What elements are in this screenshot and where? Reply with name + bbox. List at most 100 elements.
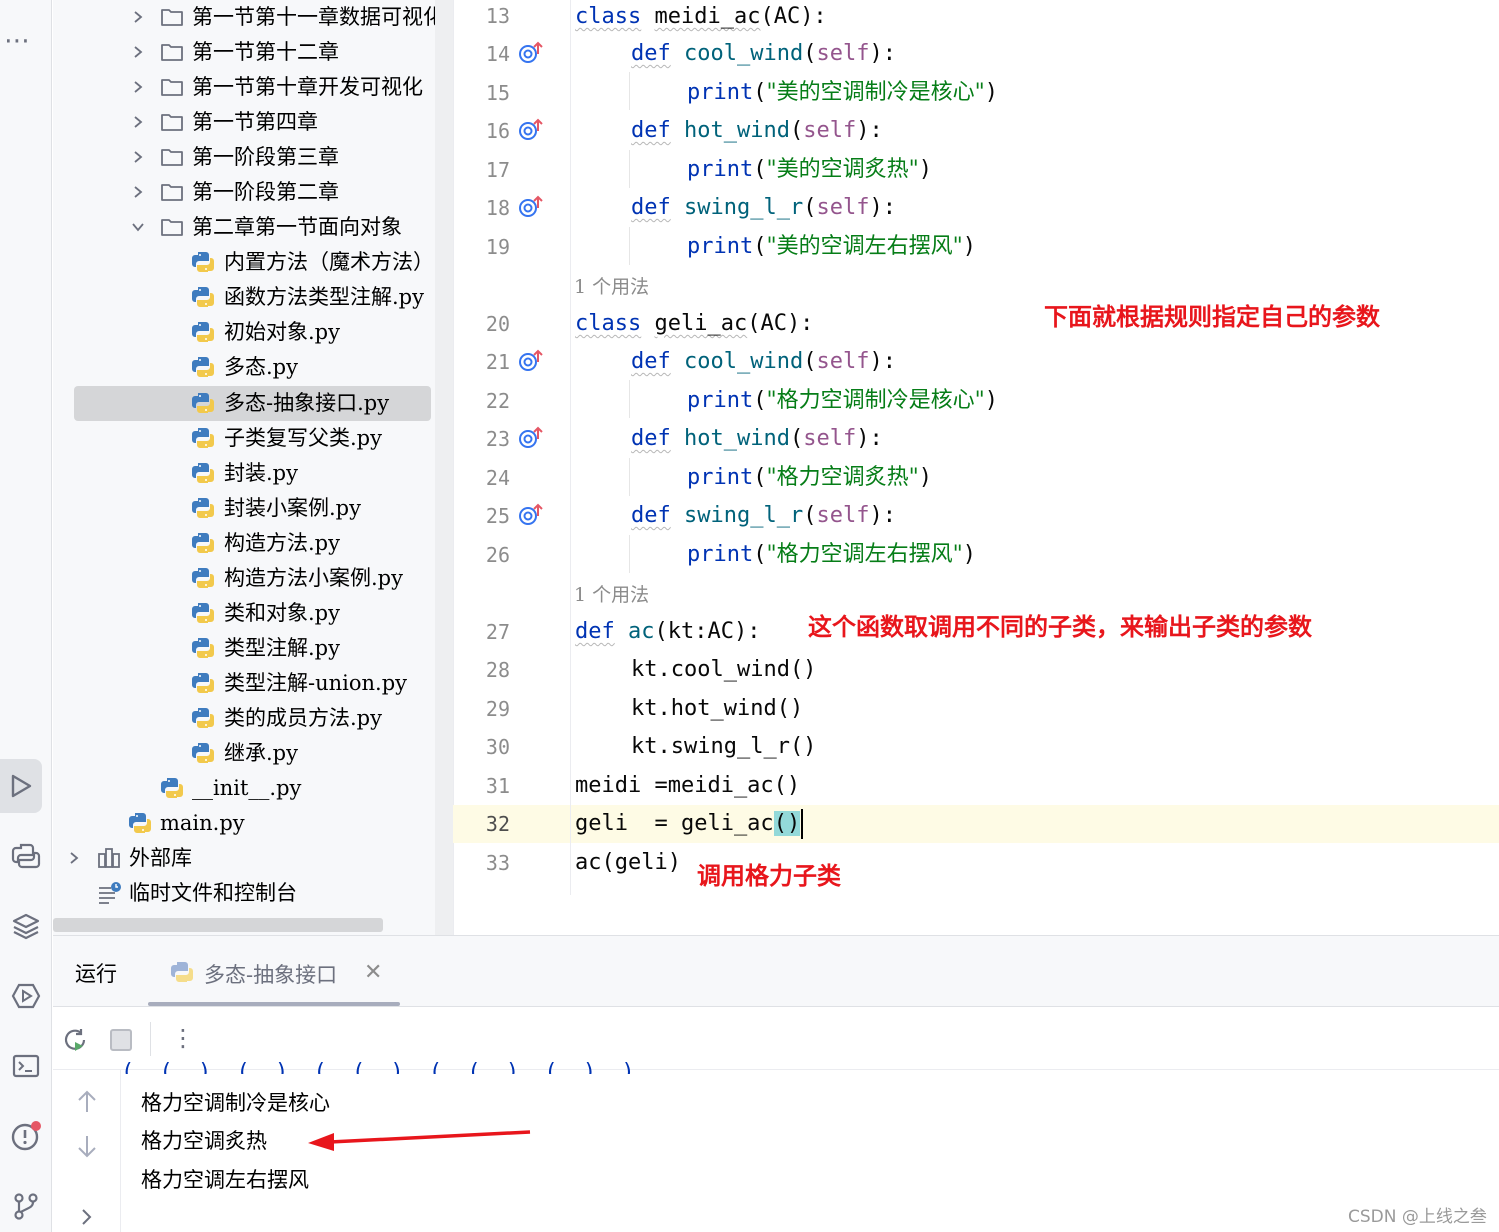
chevron-right-icon[interactable] [78, 1206, 96, 1228]
chevron-right-icon[interactable] [67, 851, 81, 865]
folder-icon [160, 145, 184, 169]
code-line-24[interactable]: print("格力空调炙热") [687, 461, 932, 495]
code-line-32[interactable]: geli = geli_ac() [575, 807, 804, 841]
code-line-29[interactable]: kt.hot_wind() [631, 692, 803, 726]
chevron-right-icon[interactable] [131, 10, 145, 24]
code-line-33[interactable]: ac(geli) [575, 846, 681, 880]
more-actions-icon[interactable]: ⋮ [171, 1024, 195, 1052]
line-number: 13 [485, 4, 510, 28]
code-line-30[interactable]: kt.swing_l_r() [631, 730, 816, 764]
rerun-icon[interactable] [62, 1026, 90, 1054]
code-line-31[interactable]: meidi =meidi_ac() [575, 769, 800, 803]
tree-file[interactable]: 封装小案例.py [53, 491, 453, 526]
code-line-20[interactable]: class geli_ac(AC): [575, 307, 813, 341]
line-number: 14 [485, 42, 510, 66]
scroll-up-icon[interactable] [76, 1088, 98, 1114]
project-vertical-scrollbar[interactable] [435, 0, 453, 935]
tree-node[interactable]: 临时文件和控制台 [53, 876, 453, 911]
tree-file[interactable]: 函数方法类型注解.py [53, 280, 453, 315]
close-tab-icon[interactable]: ✕ [364, 960, 382, 985]
code-line-13[interactable]: class meidi_ac(AC): [575, 0, 827, 34]
problems-icon[interactable] [6, 1116, 46, 1156]
python-file-icon [191, 320, 215, 344]
chevron-right-icon[interactable] [131, 115, 145, 129]
code-line-18[interactable]: def swing_l_r(self): [631, 191, 896, 225]
override-method-icon[interactable] [517, 425, 545, 451]
project-horizontal-scrollbar[interactable] [53, 918, 383, 932]
chevron-right-icon[interactable] [131, 150, 145, 164]
tree-file[interactable]: 类型注解-union.py [53, 666, 453, 701]
stop-icon[interactable] [110, 1029, 132, 1051]
tree-folder[interactable]: 第一节第十二章 [53, 35, 453, 70]
tree-folder[interactable]: 第一阶段第三章 [53, 140, 453, 175]
run-icon[interactable] [0, 759, 42, 813]
chevron-right-icon[interactable] [131, 80, 145, 94]
tree-file[interactable]: 类型注解.py [53, 631, 453, 666]
chevron-right-icon[interactable] [131, 185, 145, 199]
line-number: 21 [485, 350, 510, 374]
tree-label: 函数方法类型注解.py [224, 285, 424, 309]
tree-file[interactable]: 封装.py [53, 456, 453, 491]
usage-hint[interactable]: 1 个用法 [574, 272, 649, 299]
tree-folder[interactable]: 第一节第十章开发可视化 [53, 70, 453, 105]
tree-folder[interactable]: 第一节第十一章数据可视化 [53, 0, 453, 35]
code-line-19[interactable]: print("美的空调左右摆风") [687, 230, 976, 264]
tree-file[interactable]: 子类复写父类.py [53, 421, 453, 456]
code-line-17[interactable]: print("美的空调炙热") [687, 153, 932, 187]
code-line-23[interactable]: def hot_wind(self): [631, 422, 883, 456]
tree-label: 继承.py [224, 741, 298, 765]
line-number: 18 [485, 196, 510, 220]
run-tab-label[interactable]: 多态-抽象接口 [204, 959, 337, 989]
tree-file[interactable]: 初始对象.py [53, 315, 453, 350]
code-line-27[interactable]: def ac(kt:AC): [575, 615, 760, 649]
text-cursor [801, 809, 804, 839]
console-line: 格力空调左右摆风 [141, 1168, 309, 1192]
tree-label: __init__.py [192, 776, 302, 800]
code-line-25[interactable]: def swing_l_r(self): [631, 499, 896, 533]
tree-node[interactable]: 外部库 [53, 841, 453, 876]
tree-folder[interactable]: 第二章第一节面向对象 [53, 210, 453, 245]
chevron-down-icon[interactable] [131, 220, 145, 234]
override-method-icon[interactable] [517, 117, 545, 143]
tree-file[interactable]: __init__.py [53, 771, 453, 806]
services-icon[interactable] [6, 976, 46, 1016]
tree-file[interactable]: 多态-抽象接口.py [74, 386, 431, 421]
override-method-icon[interactable] [517, 502, 545, 528]
tree-file[interactable]: 类和对象.py [53, 596, 453, 631]
code-line-28[interactable]: kt.cool_wind() [631, 653, 816, 687]
line-number: 26 [485, 543, 510, 567]
usage-hint[interactable]: 1 个用法 [574, 580, 649, 607]
tree-label: 初始对象.py [224, 320, 340, 344]
scroll-down-icon[interactable] [76, 1134, 98, 1160]
code-line-16[interactable]: def hot_wind(self): [631, 114, 883, 148]
layers-icon[interactable] [6, 906, 46, 946]
code-line-14[interactable]: def cool_wind(self): [631, 37, 896, 71]
line-number: 28 [485, 658, 510, 682]
tree-label: 多态-抽象接口.py [224, 391, 390, 415]
tree-label: 类型注解.py [224, 636, 340, 660]
python-console-icon[interactable] [6, 836, 46, 876]
python-file-icon [191, 250, 215, 274]
tree-folder[interactable]: 第一阶段第二章 [53, 175, 453, 210]
tree-file[interactable]: 多态.py [53, 350, 453, 385]
more-tools-icon[interactable]: ⋯ [4, 26, 31, 56]
tree-file[interactable]: 类的成员方法.py [53, 701, 453, 736]
code-line-15[interactable]: print("美的空调制冷是核心") [687, 76, 998, 110]
tree-file[interactable]: main.py [53, 806, 453, 841]
tree-file[interactable]: 构造方法.py [53, 526, 453, 561]
terminal-icon[interactable] [6, 1046, 46, 1086]
code-line-26[interactable]: print("格力空调左右摆风") [687, 538, 976, 572]
git-icon[interactable] [6, 1186, 46, 1226]
line-number: 22 [485, 389, 510, 413]
override-method-icon[interactable] [517, 194, 545, 220]
override-method-icon[interactable] [517, 40, 545, 66]
code-line-22[interactable]: print("格力空调制冷是核心") [687, 384, 998, 418]
tree-file[interactable]: 构造方法小案例.py [53, 561, 453, 596]
override-method-icon[interactable] [517, 348, 545, 374]
tree-file[interactable]: 内置方法（魔术方法）. [53, 245, 453, 280]
chevron-right-icon[interactable] [131, 45, 145, 59]
tree-folder[interactable]: 第一节第四章 [53, 105, 453, 140]
tree-file[interactable]: 继承.py [53, 736, 453, 771]
code-line-21[interactable]: def cool_wind(self): [631, 345, 896, 379]
scratch-console-icon [97, 881, 121, 905]
